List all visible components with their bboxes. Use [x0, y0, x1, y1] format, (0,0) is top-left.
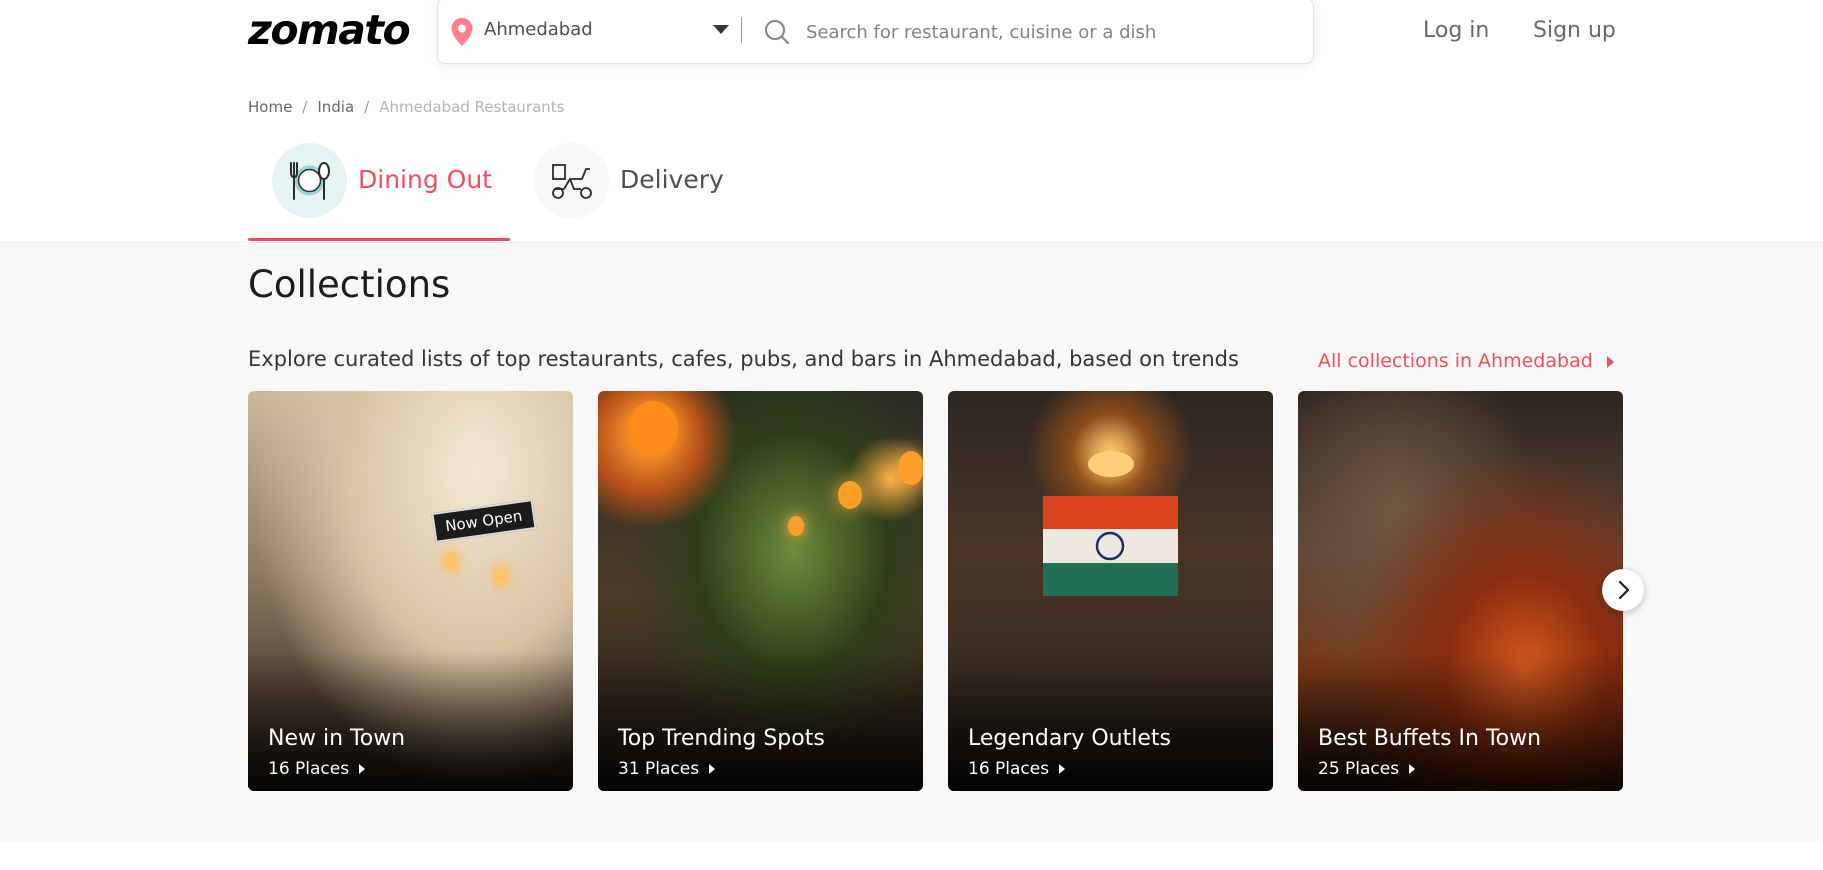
tab-delivery-label: Delivery	[620, 165, 724, 194]
collection-count-text: 25 Places	[1318, 759, 1400, 779]
location-selector[interactable]: Ahmedabad	[484, 19, 593, 40]
collection-card[interactable]: Legendary Outlets 16 Places	[948, 391, 1273, 791]
tab-dining-out-label: Dining Out	[358, 165, 492, 194]
caret-right-icon	[1059, 764, 1066, 774]
breadcrumb-separator: /	[364, 98, 370, 116]
collections-title: Collections	[248, 263, 451, 306]
signup-link[interactable]: Sign up	[1533, 18, 1616, 43]
breadcrumb-india[interactable]: India	[317, 98, 354, 116]
collection-count: 16 Places	[968, 759, 1066, 779]
lamp-light	[838, 481, 862, 509]
indian-flag	[1043, 496, 1178, 596]
chevron-down-icon[interactable]	[713, 25, 729, 34]
caret-right-icon	[359, 764, 366, 774]
collection-title: Legendary Outlets	[968, 726, 1171, 751]
collection-count-text: 16 Places	[268, 759, 350, 779]
location-pin-icon	[451, 18, 473, 46]
collection-count: 25 Places	[1318, 759, 1416, 779]
collection-title: Top Trending Spots	[618, 726, 825, 751]
search-bar: Ahmedabad	[437, 0, 1314, 64]
lamp-light	[628, 401, 678, 456]
collection-count: 16 Places	[268, 759, 366, 779]
collections-section: Collections Explore curated lists of top…	[0, 242, 1823, 841]
collection-card[interactable]: Best Buffets In Town 25 Places	[1298, 391, 1623, 791]
search-divider	[741, 17, 742, 43]
dining-icon	[272, 143, 347, 218]
chandelier-light	[1088, 451, 1134, 477]
delivery-scooter-icon	[534, 143, 609, 218]
tab-dining-out[interactable]: Dining Out	[272, 143, 510, 241]
lamp-light	[788, 516, 804, 536]
caret-right-icon	[1606, 355, 1614, 368]
lamp-light	[898, 451, 923, 485]
collection-count: 31 Places	[618, 759, 716, 779]
search-input[interactable]	[804, 13, 1288, 51]
collection-title: Best Buffets In Town	[1318, 726, 1542, 751]
collection-count-text: 16 Places	[968, 759, 1050, 779]
collection-card[interactable]: Top Trending Spots 31 Places	[598, 391, 923, 791]
breadcrumb: Home / India / Ahmedabad Restaurants	[248, 98, 565, 116]
lamp-light	[444, 551, 458, 571]
top-header: zomato Ahmedabad Log in Sign up	[0, 0, 1823, 66]
lamp-light	[494, 566, 508, 586]
chevron-right-icon	[1618, 580, 1630, 600]
collection-title: New in Town	[268, 726, 406, 751]
now-open-sign: Now Open	[431, 499, 537, 543]
caret-right-icon	[709, 764, 716, 774]
tab-delivery[interactable]: Delivery	[534, 143, 734, 241]
collections-description: Explore curated lists of top restaurants…	[248, 347, 1239, 371]
collection-count-text: 31 Places	[618, 759, 700, 779]
search-icon	[765, 20, 789, 44]
caret-right-icon	[1409, 764, 1416, 774]
zomato-logo[interactable]: zomato	[248, 6, 411, 54]
breadcrumb-current: Ahmedabad Restaurants	[379, 98, 565, 116]
carousel-next-button[interactable]	[1602, 569, 1644, 611]
active-tab-indicator	[248, 238, 510, 241]
login-link[interactable]: Log in	[1423, 18, 1489, 43]
breadcrumb-home[interactable]: Home	[248, 98, 292, 116]
all-collections-link[interactable]: All collections in Ahmedabad	[1318, 350, 1614, 372]
all-collections-label: All collections in Ahmedabad	[1318, 350, 1593, 372]
breadcrumb-separator: /	[302, 98, 308, 116]
collection-card[interactable]: Now Open New in Town 16 Places	[248, 391, 573, 791]
